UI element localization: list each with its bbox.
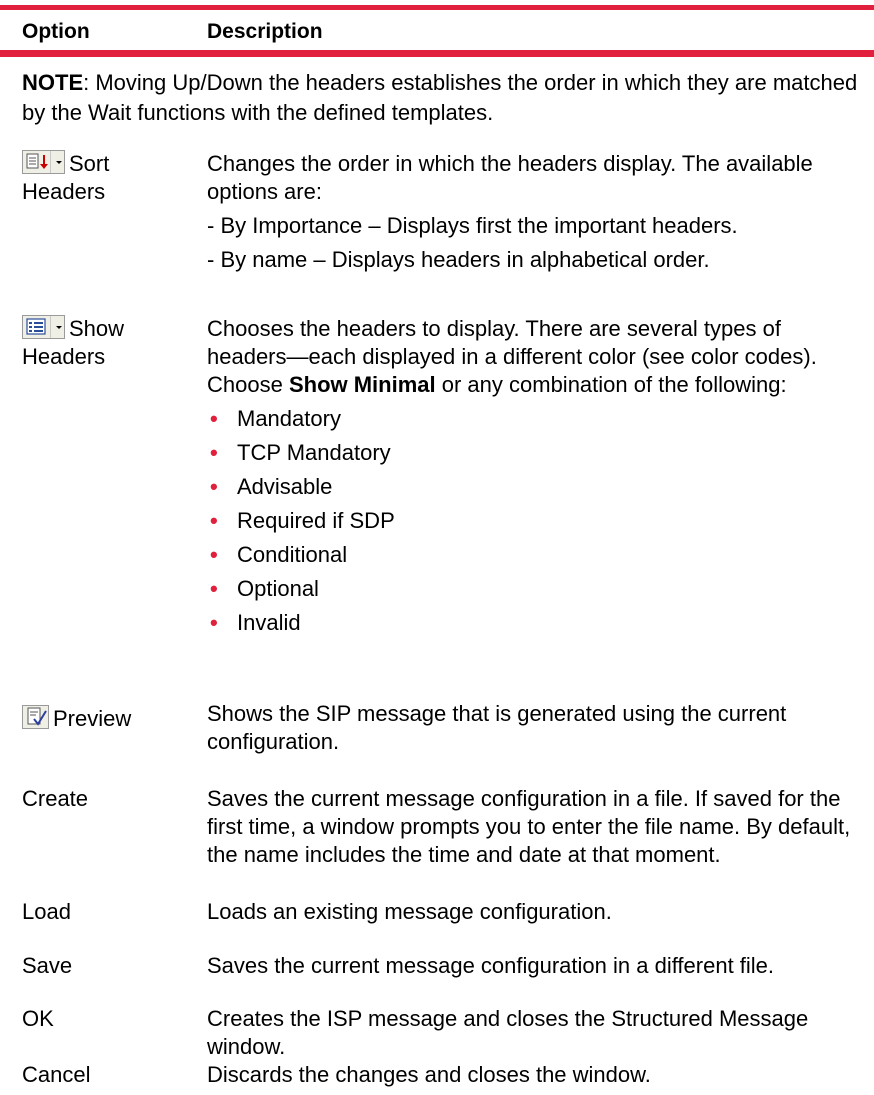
note-text: : Moving Up/Down the headers establishes…	[22, 70, 858, 125]
option-cell: Show Headers	[22, 315, 202, 371]
description-cell: Chooses the headers to display. There ar…	[207, 315, 857, 637]
note-paragraph: NOTE: Moving Up/Down the headers establi…	[22, 68, 862, 128]
table-top-rule	[0, 5, 874, 10]
option-label-create: Create	[22, 786, 89, 811]
sort-option-importance: - By Importance – Displays first the imp…	[207, 213, 738, 238]
show-headers-dropdown-icon	[22, 315, 65, 339]
create-description: Saves the current message configuration …	[207, 786, 851, 867]
note-label: NOTE	[22, 70, 84, 95]
sort-dropdown-icon	[22, 150, 65, 174]
preview-check-icon	[22, 705, 49, 729]
option-label-headers: Headers	[22, 344, 106, 369]
show-minimal-label: Show Minimal	[288, 372, 436, 397]
list-item: • Advisable	[210, 474, 333, 499]
cancel-description: Discards the changes and closes the wind…	[207, 1062, 651, 1087]
save-description: Saves the current message configuration …	[207, 953, 775, 978]
column-header-description: Description	[207, 20, 323, 43]
option-label-ok: OK	[22, 1006, 54, 1031]
document-page: Option Description NOTE: Moving Up/Down …	[0, 0, 874, 1095]
list-item: • Invalid	[210, 610, 301, 635]
option-label-load: Load	[22, 899, 71, 924]
option-cell: Preview	[22, 705, 202, 733]
option-label-cancel: Cancel	[22, 1062, 91, 1087]
list-item: • Conditional	[210, 542, 348, 567]
option-label-headers: Headers	[22, 179, 106, 204]
column-header-option: Option	[22, 20, 90, 43]
ok-description: Creates the ISP message and closes the S…	[207, 1006, 809, 1059]
option-label-sort: Sort	[69, 151, 110, 176]
list-item: • Mandatory	[210, 406, 341, 431]
option-label-show: Show	[69, 316, 125, 341]
header-type-list: • Mandatory • TCP Mandatory • Advisable • Re…	[207, 405, 857, 637]
description-cell: Shows the SIP message that is generated …	[207, 700, 857, 756]
option-label-preview: Preview	[53, 706, 132, 731]
table-header-rule	[0, 50, 874, 57]
list-item: • Optional	[210, 576, 319, 601]
list-item: • Required if SDP	[210, 508, 395, 533]
description-cell: Changes the order in which the headers d…	[207, 150, 857, 274]
preview-description: Shows the SIP message that is generated …	[207, 701, 787, 754]
option-label-save: Save	[22, 953, 73, 978]
show-description: Chooses the headers to display. There ar…	[207, 316, 817, 397]
option-cell: Sort Headers	[22, 150, 202, 206]
sort-option-name: - By name – Displays headers in alphabet…	[207, 247, 710, 272]
sort-description: Changes the order in which the headers d…	[207, 151, 813, 204]
load-description: Loads an existing message configuration.	[207, 899, 612, 924]
list-item: • TCP Mandatory	[210, 440, 391, 465]
